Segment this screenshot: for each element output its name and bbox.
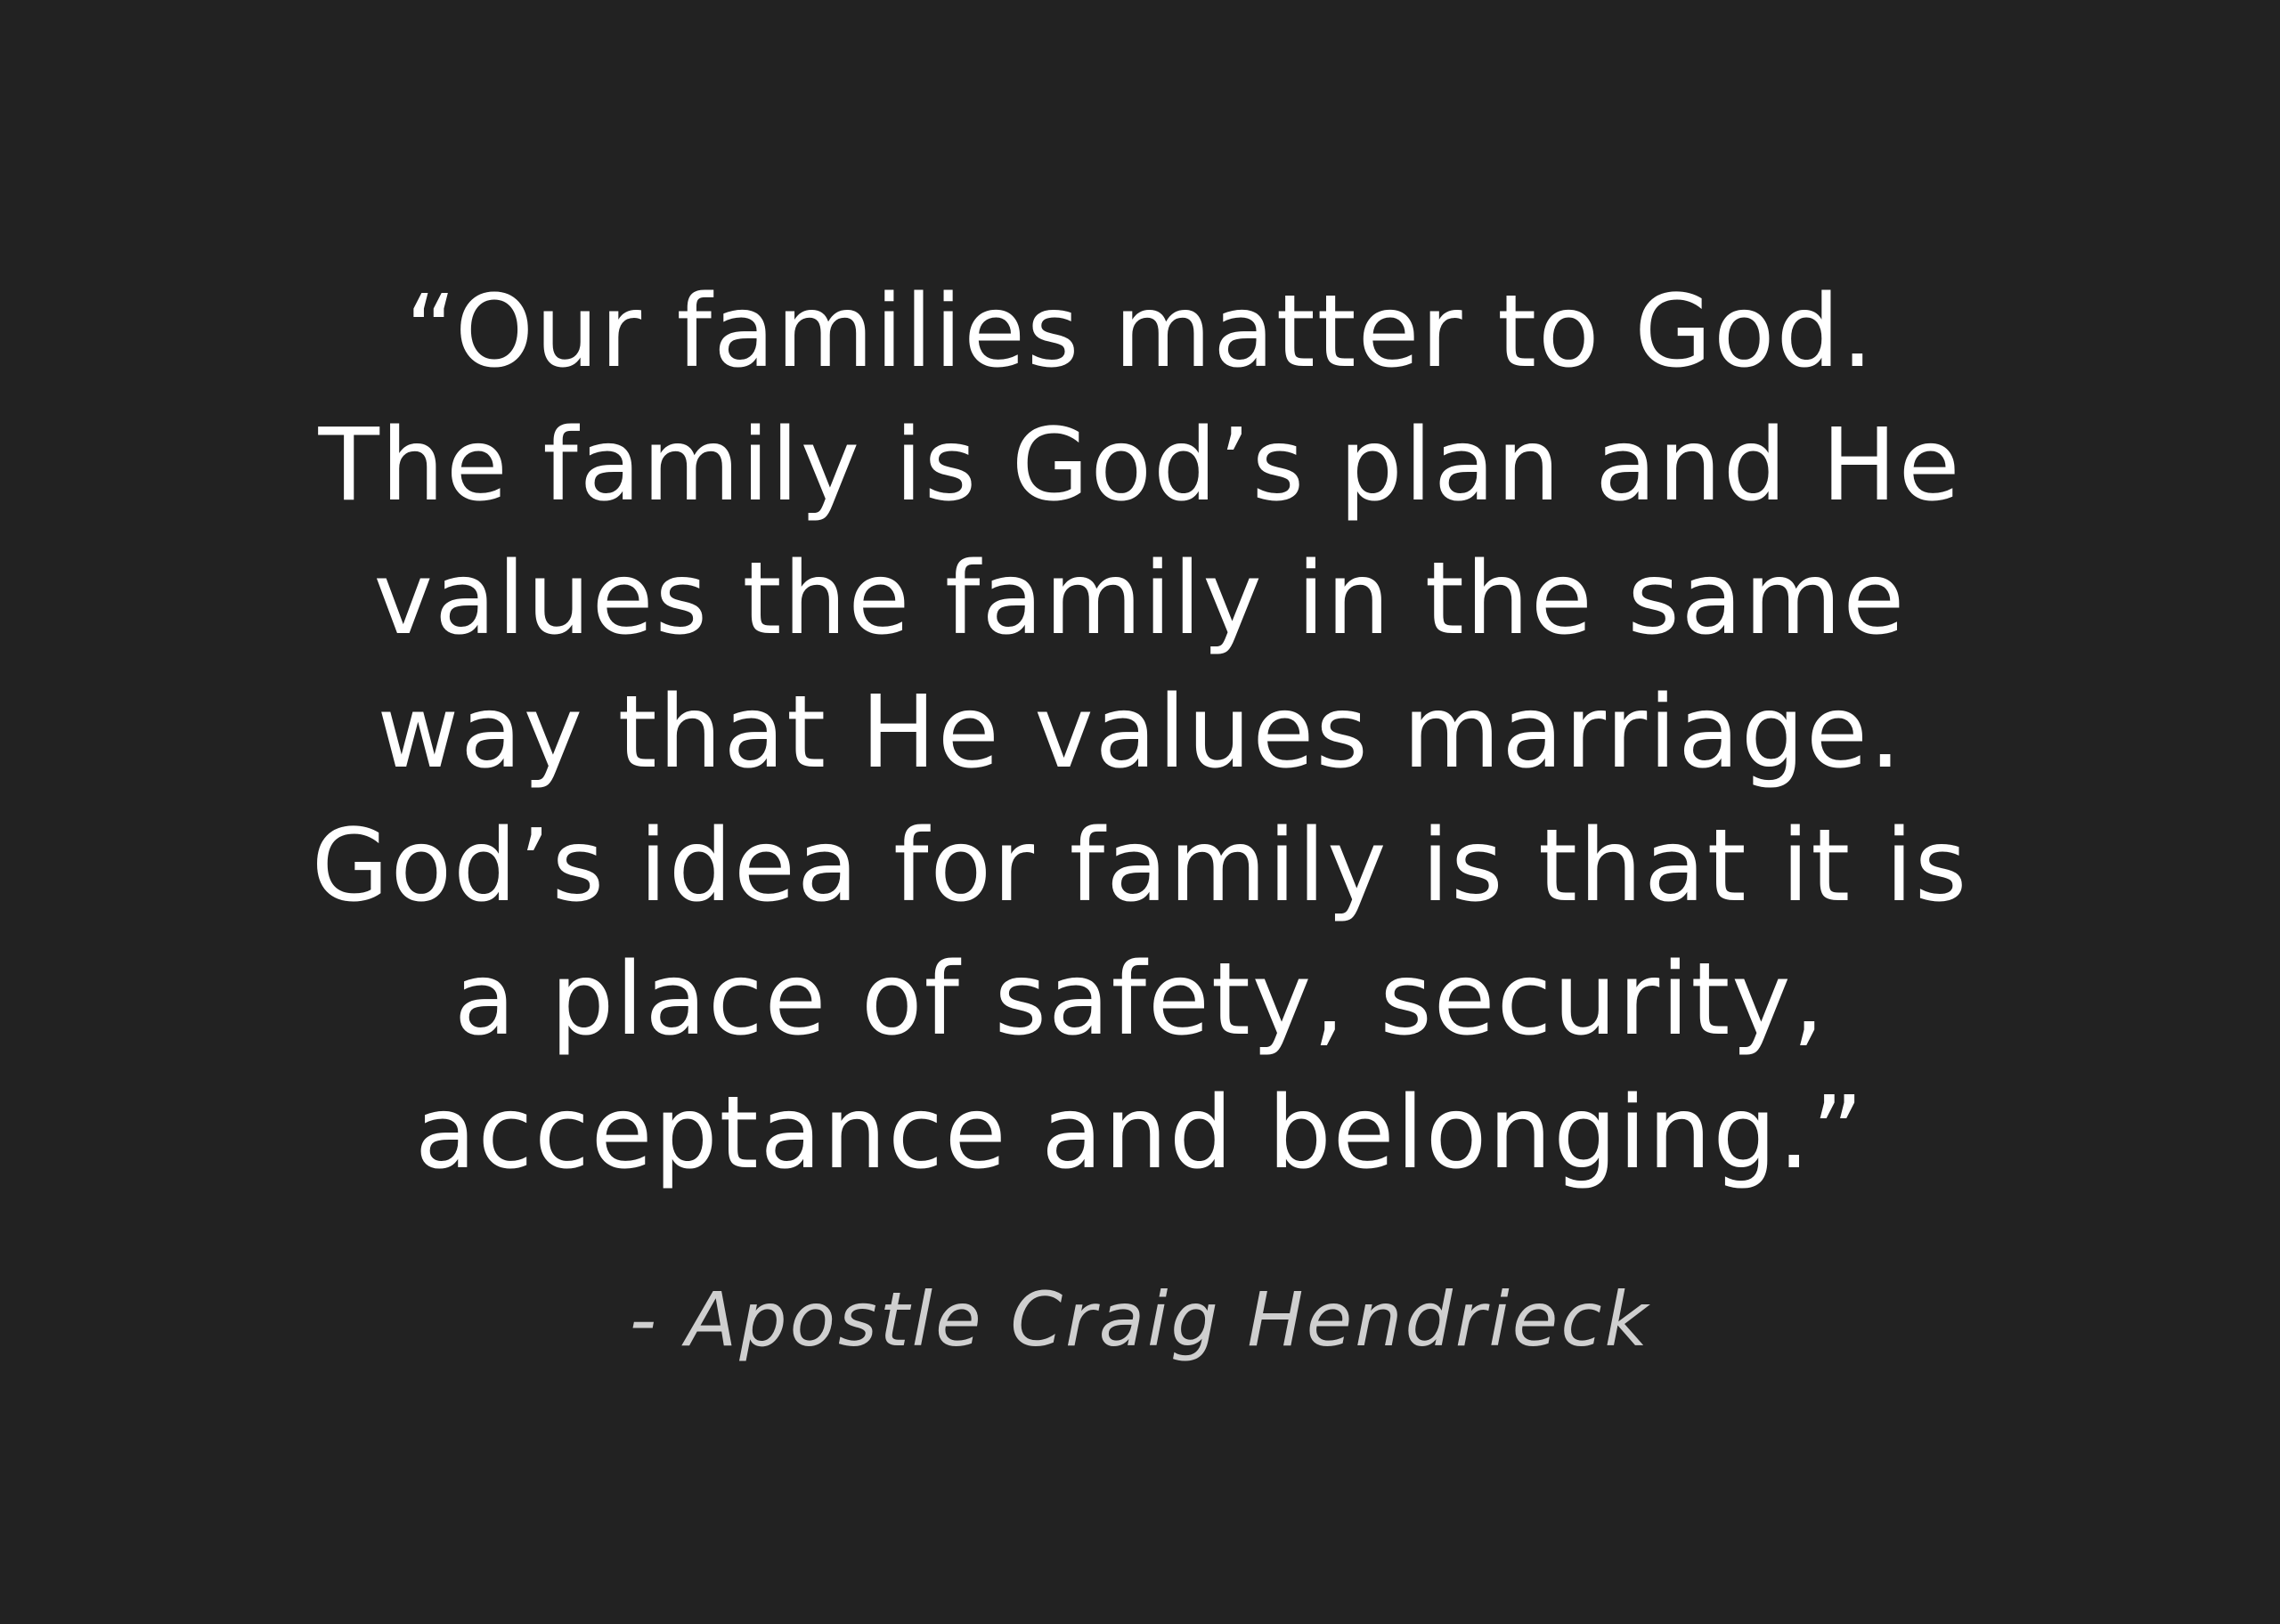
- quote-line-6: a place of safety, security,: [453, 942, 1827, 1058]
- quote-line-3: values the family in the same: [373, 541, 1907, 657]
- quote-line-7: acceptance and belonging.”: [414, 1076, 1866, 1191]
- quote-attribution: - Apostle Craig Hendrieck: [629, 1276, 1651, 1363]
- quote-line-5: God’s idea for family is that it is: [311, 808, 1969, 924]
- quote-card: “Our families matter to God. The family …: [0, 0, 2280, 1624]
- quote-line-2: The family is God’s plan and He: [318, 408, 1962, 524]
- quote-line-1: “Our families matter to God.: [404, 274, 1876, 390]
- quote-text: “Our families matter to God. The family …: [0, 265, 2280, 1200]
- quote-line-4: way that He values marriage.: [377, 675, 1903, 791]
